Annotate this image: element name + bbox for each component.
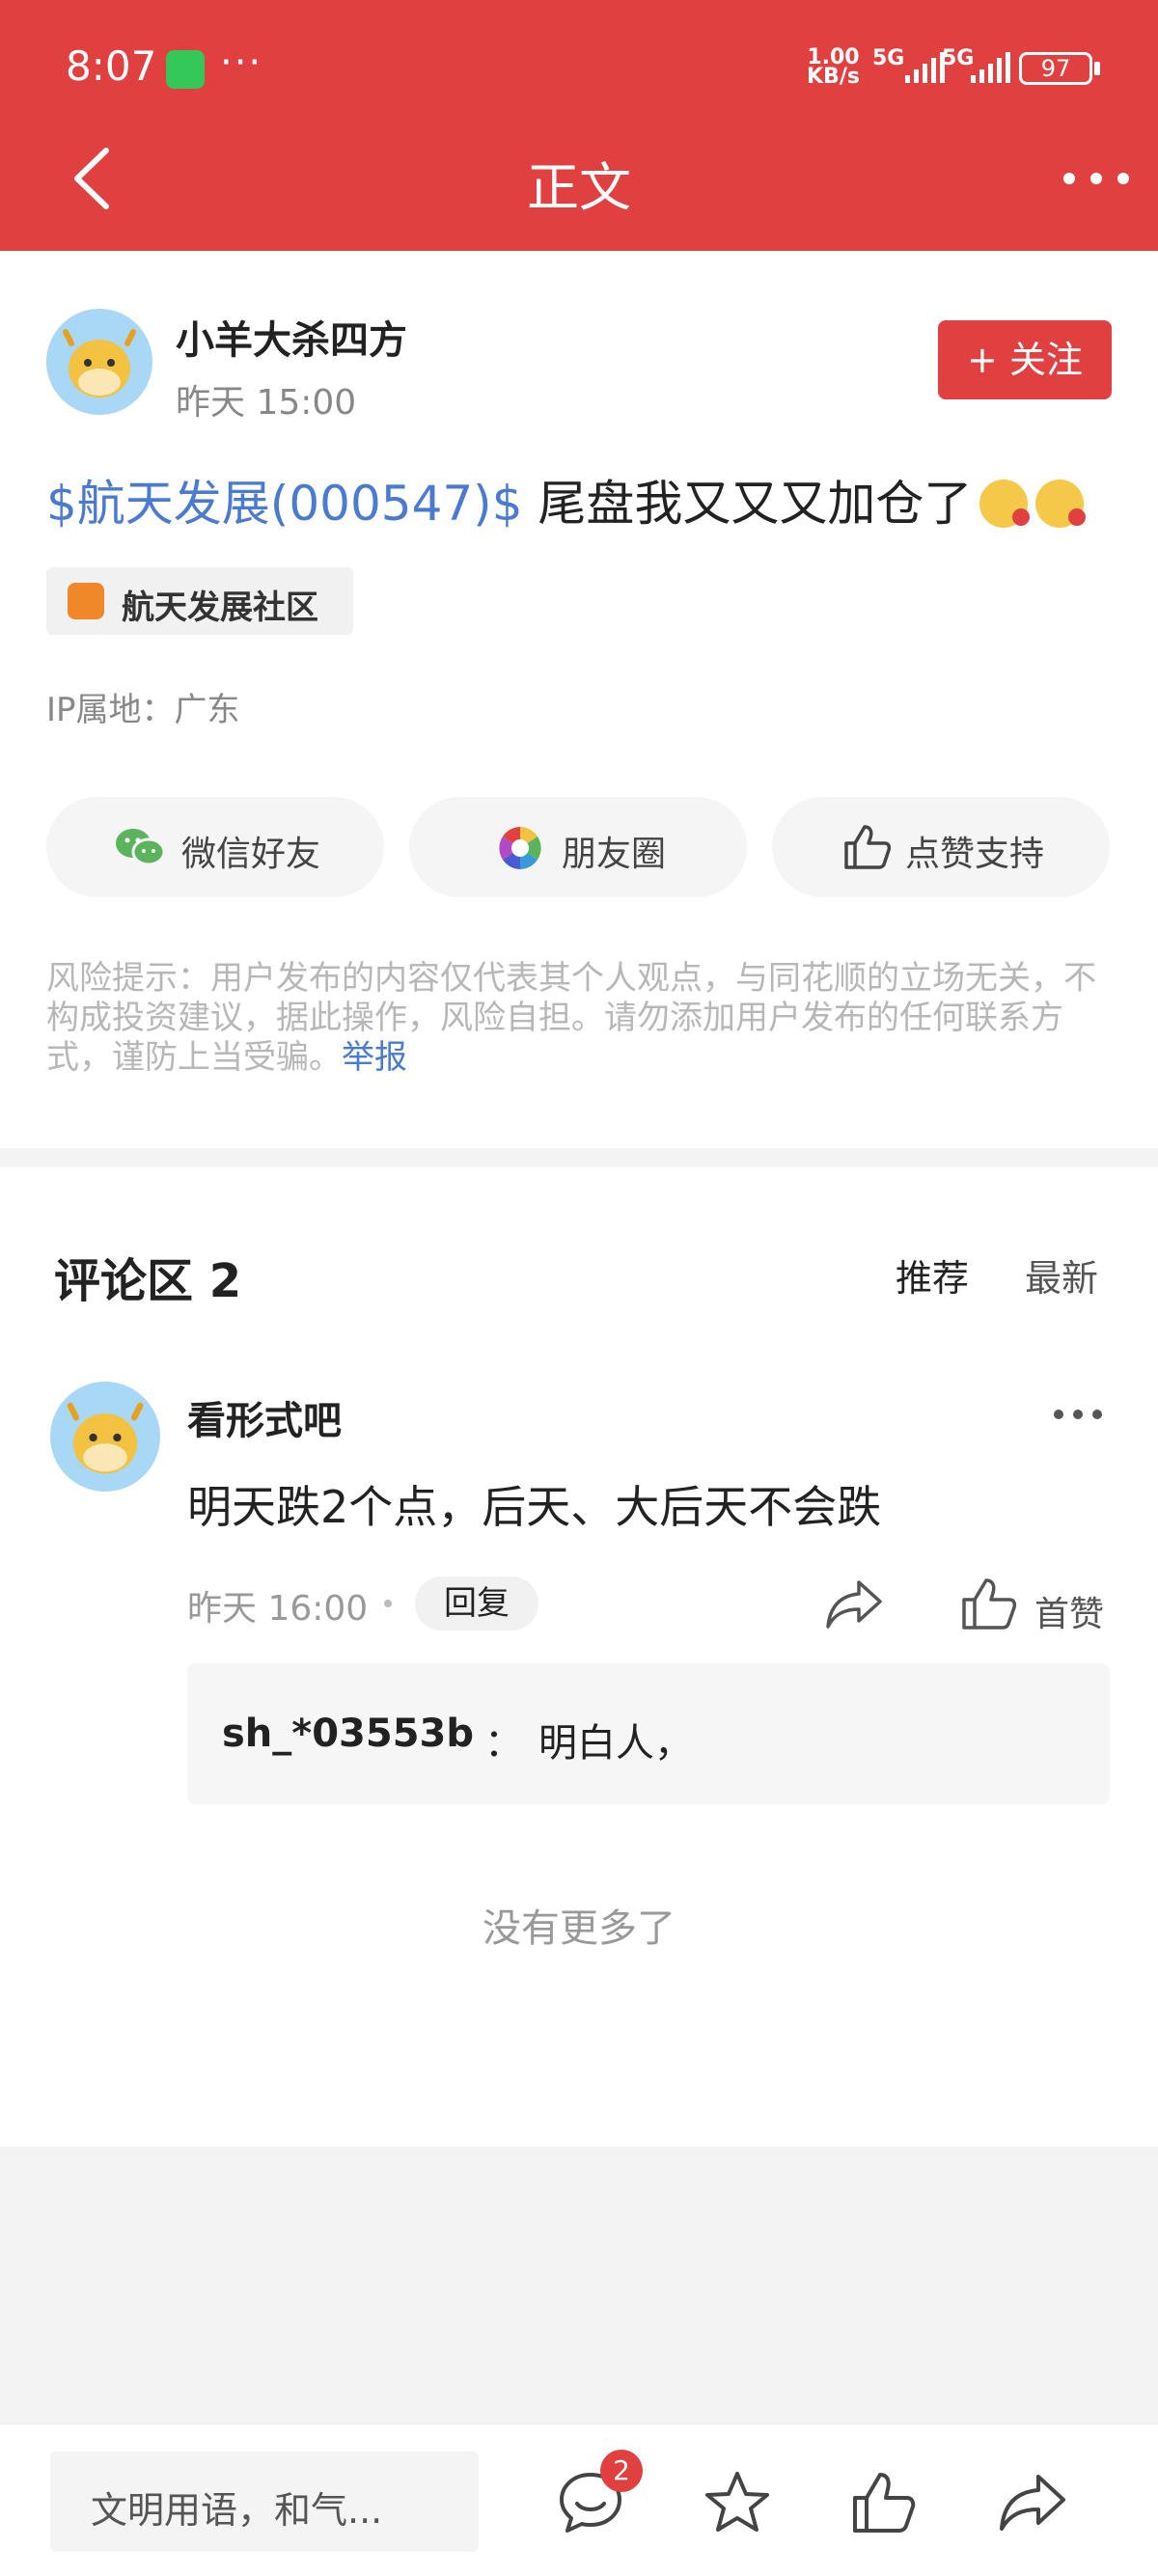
risk-notice: 风险提示：用户发布的内容仅代表其个人观点，与同花顺的立场无关，不构成投资建议，据… xyxy=(46,959,1117,1078)
comment-time: 昨天 16:00 xyxy=(187,1589,369,1629)
author-name[interactable]: 小羊大杀四方 xyxy=(176,309,407,365)
bottom-bar: 文明用语，和气... 2 xyxy=(0,2424,1158,2576)
thumbs-up-icon xyxy=(844,825,892,869)
moments-icon xyxy=(499,827,541,869)
wechat-notification-icon xyxy=(166,50,205,89)
commenter-name[interactable]: 看形式吧 xyxy=(187,1389,342,1445)
no-more-text: 没有更多了 xyxy=(482,1906,676,1951)
follow-button[interactable]: + 关注 xyxy=(938,320,1112,399)
post-time: 昨天 15:00 xyxy=(176,383,357,423)
share-arrow-icon[interactable] xyxy=(824,1576,884,1631)
stock-link[interactable]: $航天发展(000547)$ xyxy=(46,476,523,532)
share-moments-label: 朋友圈 xyxy=(562,835,667,874)
sub-reply-user[interactable]: sh_*03553b xyxy=(222,1712,474,1756)
like-support-label: 点赞支持 xyxy=(905,835,1045,874)
battery-icon: 97 xyxy=(1019,52,1092,85)
dizzy-face-emoji-icon xyxy=(1035,480,1087,528)
comment-input-placeholder: 文明用语，和气... xyxy=(91,2489,383,2532)
sort-latest-tab[interactable]: 最新 xyxy=(1025,1248,1098,1302)
community-icon xyxy=(68,583,104,619)
reply-button[interactable]: 回复 xyxy=(415,1576,538,1631)
risk-text: 风险提示：用户发布的内容仅代表其个人观点，与同花顺的立场无关，不构成投资建议，据… xyxy=(46,959,1096,1077)
ip-location: IP属地：广东 xyxy=(46,691,240,729)
share-wechat-button[interactable]: 微信好友 xyxy=(46,797,384,897)
share-moments-button[interactable]: 朋友圈 xyxy=(409,797,747,897)
thumbs-up-icon[interactable] xyxy=(961,1576,1017,1631)
report-link[interactable]: 举报 xyxy=(342,1038,407,1077)
status-more: ··· xyxy=(220,41,263,85)
author-avatar[interactable] xyxy=(46,309,152,415)
first-like-label[interactable]: 首赞 xyxy=(1034,1586,1104,1636)
comment-text: 明天跌2个点，后天、大后天不会跌 xyxy=(187,1481,882,1533)
comment-count-badge: 2 xyxy=(600,2450,643,2492)
page-title: 正文 xyxy=(527,157,631,218)
status-time: 8:07 xyxy=(66,42,157,90)
more-icon[interactable] xyxy=(1062,164,1131,193)
community-name: 航天发展社区 xyxy=(122,589,318,627)
star-icon[interactable] xyxy=(703,2469,772,2536)
post-card: 小羊大杀四方 昨天 15:00 + 关注 $航天发展(000547)$ 尾盘我又… xyxy=(0,251,1158,1148)
comments-section: 评论区 2 推荐 最新 看形式吧 明天跌2个点，后天、大后天不会跌 昨天 16:… xyxy=(0,1167,1158,2147)
comments-title: 评论区 2 xyxy=(54,1254,242,1308)
signal-bars-icon xyxy=(971,52,1010,83)
comment-input[interactable]: 文明用语，和气... xyxy=(50,2452,479,2552)
wechat-icon xyxy=(116,829,166,866)
signal-5g-1: 5G xyxy=(872,46,905,70)
battery-tip xyxy=(1094,62,1100,75)
separator-dot xyxy=(384,1600,392,1607)
dizzy-face-emoji-icon xyxy=(979,480,1031,528)
thumbs-up-icon[interactable] xyxy=(849,2469,919,2536)
post-content: $航天发展(000547)$ 尾盘我又又又加仓了 xyxy=(46,465,1087,534)
signal-bars-icon xyxy=(905,52,945,83)
share-icon[interactable] xyxy=(998,2469,1067,2536)
sort-recommended-tab[interactable]: 推荐 xyxy=(896,1248,969,1302)
comment-more-icon[interactable] xyxy=(1052,1407,1104,1422)
share-wechat-label: 微信好友 xyxy=(181,835,321,874)
sub-reply-text: 明白人， xyxy=(538,1721,693,1766)
commenter-avatar[interactable] xyxy=(50,1382,160,1492)
top-bar: 8:07 ··· 1.00 KB/s 5G 5G 97 正文 xyxy=(0,0,1158,251)
sub-reply[interactable]: sh_*03553b ： 明白人， xyxy=(187,1663,1110,1804)
network-speed: 1.00 KB/s xyxy=(807,45,860,89)
sub-reply-separator: ： xyxy=(484,1721,523,1766)
community-tag[interactable]: 航天发展社区 xyxy=(46,567,353,635)
like-support-button[interactable]: 点赞支持 xyxy=(772,797,1110,897)
post-text: 尾盘我又又又加仓了 xyxy=(522,476,973,532)
